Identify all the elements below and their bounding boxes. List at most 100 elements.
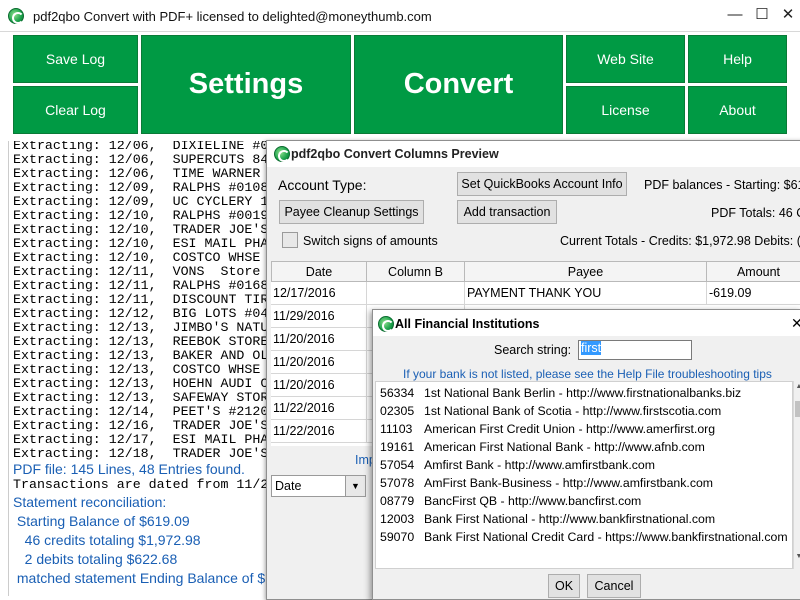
log-line: Extracting: 12/11, RALPHS #0168 [13,278,269,293]
payee-cleanup-settings-button[interactable]: Payee Cleanup Settings [279,200,424,224]
financial-institutions-dialog: All Financial Institutions ✕ Search stri… [372,309,800,600]
log-line: Extracting: 12/13, BAKER AND OL [13,348,269,363]
log-line: Extracting: 12/10, COSTCO WHSE [13,250,261,265]
scroll-down-icon[interactable]: ▼ [794,553,800,560]
table-cell-column-b[interactable] [367,282,465,305]
table-cell-date[interactable]: 11/20/2016 [271,351,367,374]
institution-name: 1st National Bank Berlin - http://www.fi… [424,386,742,400]
search-label: Search string: [494,343,572,357]
log-line: Extracting: 12/06, TIME WARNER [13,166,261,181]
preview-title: pdf2qbo Convert Columns Preview [291,147,499,161]
institution-name: 1st National Bank of Scotia - http://www… [424,404,722,418]
save-log-button[interactable]: Save Log [13,35,138,83]
list-item[interactable]: 02305 1st National Bank of Scotia - http:… [380,404,721,418]
search-input[interactable]: first [578,340,692,360]
settings-button[interactable]: Settings [141,35,351,134]
institution-id: 57054 [380,458,415,472]
log-line: Extracting: 12/10, RALPHS #0019 [13,208,269,223]
institutions-scrollbar[interactable]: ▲ ▼ [793,381,800,569]
main-title-bar: pdf2qbo Convert with PDF+ licensed to de… [0,0,800,32]
table-cell-date[interactable]: 12/17/2016 [271,282,367,305]
set-quickbooks-account-button[interactable]: Set QuickBooks Account Info [457,172,627,196]
column-header-amount[interactable]: Amount [706,261,800,282]
cancel-button[interactable]: Cancel [587,574,641,598]
debits-line: 2 debits totaling $622.68 [13,551,178,567]
pdf-balances-text: PDF balances - Starting: $61 [644,178,800,192]
institution-id: 12003 [380,512,415,526]
table-cell-date[interactable]: 11/20/2016 [271,328,367,351]
table-cell-payee[interactable]: PAYMENT THANK YOU [465,282,707,305]
current-totals-text: Current Totals - Credits: $1,972.98 Debi… [560,234,800,248]
log-line: Extracting: 12/17, ESI MAIL PHA [13,432,269,447]
convert-button[interactable]: Convert [354,35,563,134]
pdf-file-summary: PDF file: 145 Lines, 48 Entries found. [13,461,245,477]
switch-signs-label: Switch signs of amounts [303,234,438,248]
institutions-list[interactable]: 56334 1st National Bank Berlin - http://w… [375,381,793,569]
add-transaction-button[interactable]: Add transaction [457,200,557,224]
table-cell-amount[interactable]: -619.09 [707,282,800,305]
minimize-icon[interactable]: — [725,5,745,25]
institution-name: Bank First National - http://www.bankfir… [424,512,716,526]
scroll-up-icon[interactable]: ▲ [794,383,800,390]
log-line: Extracting: 12/13, REEBOK STORE [13,334,269,349]
about-button[interactable]: About [688,86,787,134]
list-item[interactable]: 11103 American First Credit Union - http:… [380,422,715,436]
log-line: Extracting: 12/14, PEET'S #2120 [13,404,269,419]
table-cell-date[interactable]: 11/22/2016 [271,420,367,443]
institutions-title: All Financial Institutions [395,317,540,331]
list-item[interactable]: 56334 1st National Bank Berlin - http://w… [380,386,741,400]
clear-log-button[interactable]: Clear Log [13,86,138,134]
institution-id: 56334 [380,386,415,400]
list-item[interactable]: 12003 Bank First National - http://www.ba… [380,512,715,526]
table-cell-date[interactable]: 11/22/2016 [271,397,367,420]
log-line: Extracting: 12/18, TRADER JOE'S [13,446,269,461]
log-line: Extracting: 12/10, ESI MAIL PHA [13,236,269,251]
column-header-payee[interactable]: Payee [464,261,707,282]
date-column-select[interactable]: Date ▼ [271,475,366,497]
list-item[interactable]: 57078 AmFirst Bank-Business - http://www.… [380,476,713,490]
close-icon[interactable]: ✕ [778,5,798,25]
close-icon[interactable]: ✕ [791,315,800,332]
account-type-label: Account Type: [278,177,367,193]
preview-title-bar: pdf2qbo Convert Columns Preview [267,141,800,167]
bank-not-listed-help[interactable]: If your bank is not listed, please see t… [403,367,772,381]
institution-name: Bank First National Credit Card - https:… [424,530,788,544]
column-header-column-b[interactable]: Column B [366,261,465,282]
institution-name: American First National Bank - http://ww… [424,440,705,454]
log-line: Extracting: 12/09, UC CYCLERY 1 [13,194,269,209]
app-logo-icon [378,316,394,332]
institution-name: American First Credit Union - http://www… [424,422,716,436]
license-button[interactable]: License [566,86,685,134]
log-line: Extracting: 12/11, DISCOUNT TIR [13,292,269,307]
ok-button[interactable]: OK [548,574,580,598]
list-item[interactable]: 19161 American First National Bank - http… [380,440,705,454]
log-line: Extracting: 12/13, JIMBO'S NATU [13,320,269,335]
help-button[interactable]: Help [688,35,787,83]
log-line: Extracting: 12/16, TRADER JOE'S [13,418,269,433]
credits-line: 46 credits totaling $1,972.98 [13,532,201,548]
web-site-button[interactable]: Web Site [566,35,685,83]
institution-id: 57078 [380,476,415,490]
main-toolbar: Save Log Clear Log Settings Convert Web … [0,33,800,141]
list-item[interactable]: 59070 Bank First National Credit Card - h… [380,530,788,544]
maximize-icon[interactable]: ☐ [752,5,772,25]
institution-name: AmFirst Bank-Business - http://www.amfir… [424,476,714,490]
institution-id: 19161 [380,440,415,454]
institution-id: 02305 [380,404,415,418]
switch-signs-checkbox[interactable] [282,232,298,248]
log-line: Extracting: 12/12, BIG LOTS #04 [13,306,269,321]
pdf-totals-text: PDF Totals: 46 C [711,206,800,220]
column-header-date[interactable]: Date [271,261,367,282]
date-select-value: Date [275,479,302,493]
scrollbar-thumb[interactable] [795,401,800,417]
list-item[interactable]: 57054 Amfirst Bank - http://www.amfirstba… [380,458,655,472]
chevron-down-icon[interactable]: ▼ [345,476,365,496]
table-cell-date[interactable]: 11/20/2016 [271,374,367,397]
log-line: Extracting: 12/11, VONS Store [13,264,261,279]
log-line: Extracting: 12/13, COSTCO WHSE [13,362,261,377]
list-item[interactable]: 08779 BancFirst QB - http://www.bancfirst… [380,494,641,508]
institution-id: 11103 [380,422,413,436]
log-line: Extracting: 12/10, TRADER JOE'S [13,222,269,237]
log-line: Extracting: 12/13, HOEHN AUDI C [13,376,269,391]
table-cell-date[interactable]: 11/29/2016 [271,305,367,328]
